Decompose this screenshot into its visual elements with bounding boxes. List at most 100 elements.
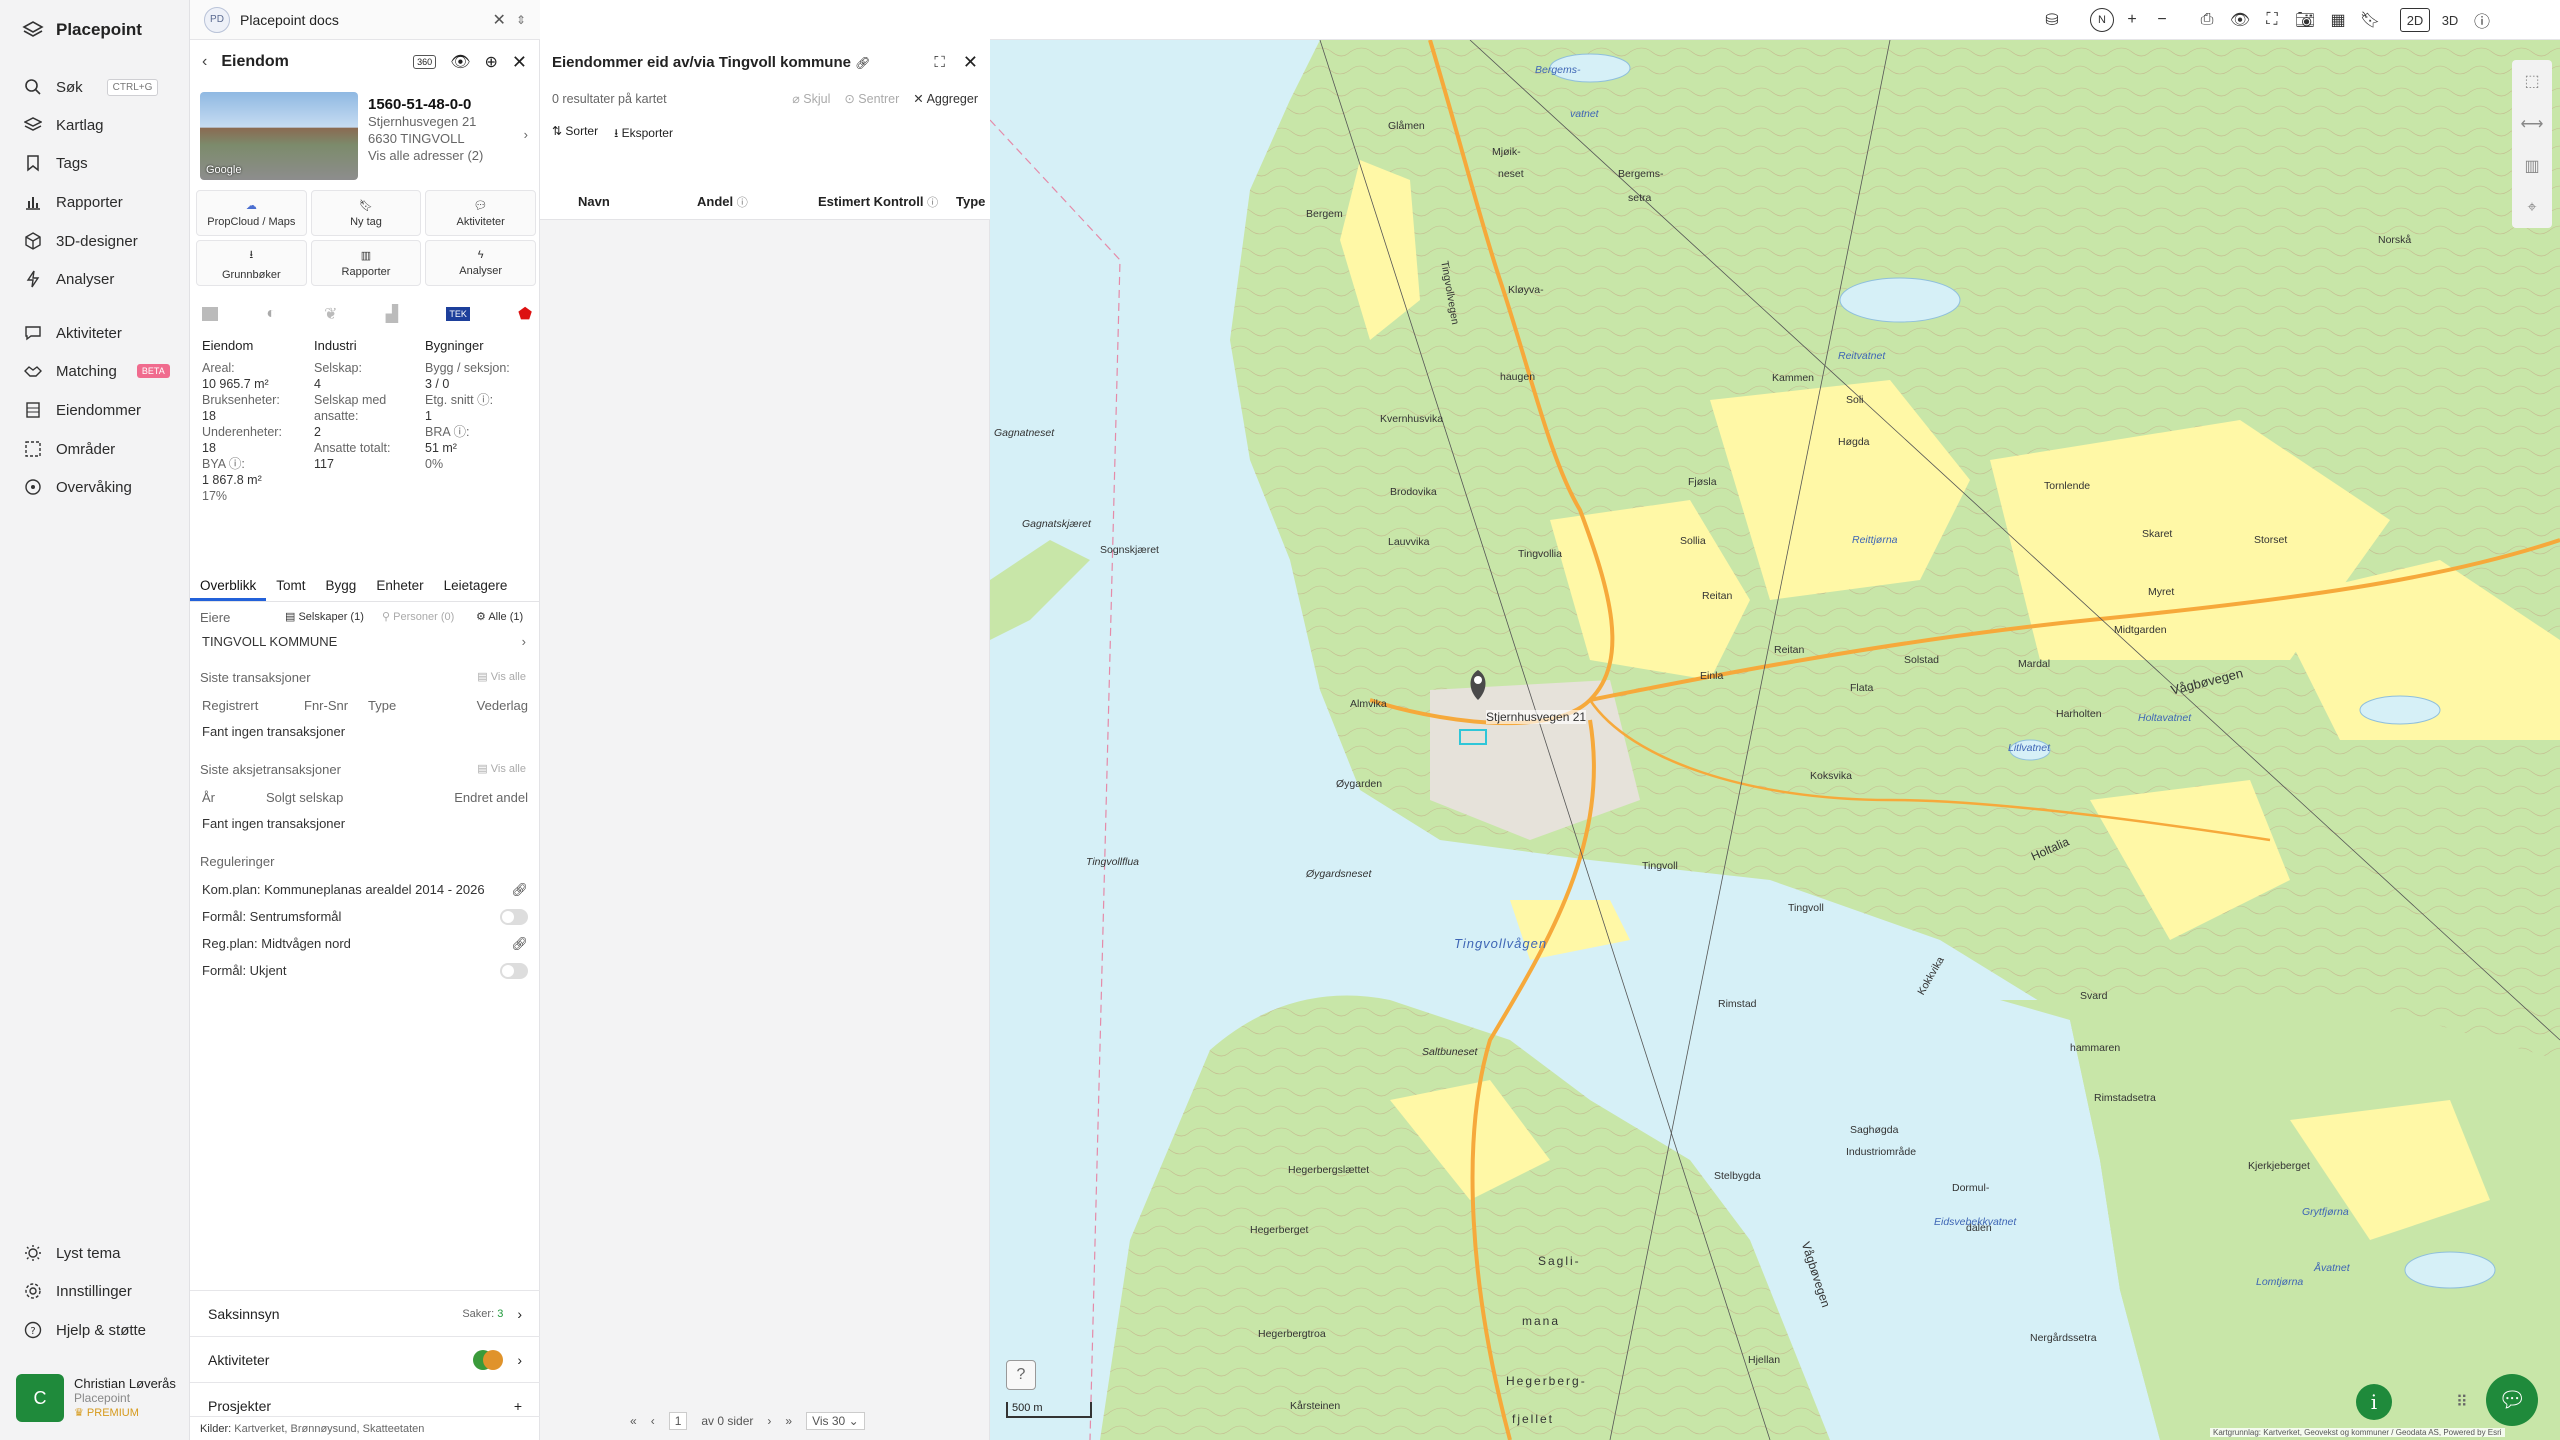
transactions-show-all[interactable]: ▤ Vis alle (477, 670, 526, 683)
add-circle-icon[interactable]: ⊕ (485, 52, 498, 72)
toggle-switch[interactable] (500, 963, 528, 979)
sidebar-item-map-layers[interactable]: Kartlag (24, 108, 104, 142)
tek-icon[interactable]: TEK (446, 307, 470, 321)
grid-icon[interactable]: ▦ (2326, 8, 2350, 32)
filter-all[interactable]: ⚙ Alle (1) (476, 610, 523, 623)
sidebar-item-help[interactable]: ? Hjelp & støtte (24, 1313, 146, 1347)
plus-icon[interactable]: + (514, 1398, 522, 1414)
draw-area-icon[interactable]: ⬚ (2524, 71, 2539, 91)
map-canvas[interactable]: Bergems- vatnet Glåmen Mjøik- neset Berg… (990, 40, 2560, 1440)
house-icon[interactable]: ⬟ (518, 304, 532, 324)
tab-buildings[interactable]: Bygg (316, 572, 367, 601)
tab-plot[interactable]: Tomt (266, 572, 315, 601)
aggregate-button[interactable]: ✕ Aggreger (913, 91, 978, 106)
expand-icon[interactable]: ⛶ (934, 54, 945, 71)
owner-row[interactable]: TINGVOLL KOMMUNE › (190, 634, 540, 656)
regulation-komplan[interactable]: Kom.plan: Kommuneplanas arealdel 2014 - … (190, 882, 540, 897)
chat-support-button[interactable]: 💬︎ (2486, 1374, 2538, 1426)
col-type[interactable]: Type (956, 194, 985, 209)
center-button[interactable]: ⊙ Sentrer (844, 91, 899, 106)
filter-companies[interactable]: ▤ Selskaper (1) (285, 610, 364, 623)
eye-icon[interactable]: 👁 (450, 52, 470, 72)
app-brand[interactable]: Placepoint (22, 20, 142, 40)
page-size-select[interactable]: Vis 30 ⌄ (806, 1412, 865, 1430)
analyses-button[interactable]: ϟ Analyser (425, 240, 536, 286)
sidebar-item-analyses[interactable]: Analyser (24, 262, 114, 296)
user-profile[interactable]: C Christian Løverås Placepoint ♛ PREMIUM (16, 1374, 176, 1422)
last-page-icon[interactable]: » (785, 1414, 792, 1428)
compass-icon[interactable]: N (2090, 8, 2114, 32)
export-button[interactable]: ⭳ Eksporter (614, 124, 673, 145)
sidebar-item-light-theme[interactable]: Lyst tema (24, 1236, 120, 1270)
zoom-in-icon[interactable]: + (2120, 8, 2144, 32)
plant-icon[interactable]: ❦ (324, 304, 337, 324)
tab-units[interactable]: Enheter (366, 572, 433, 601)
360-badge[interactable]: 360 (413, 55, 437, 69)
street-view-thumbnail[interactable]: Google (200, 92, 358, 180)
help-icon[interactable]: ? (1006, 1360, 1036, 1390)
chart-icon[interactable]: ▥ (2524, 156, 2539, 176)
fullscreen-icon[interactable]: ⛶ (2260, 8, 2284, 32)
locate-icon[interactable]: ⌖ (2527, 199, 2536, 217)
globe-icon[interactable]: ◐ (266, 305, 276, 323)
doc-badge: PD (204, 6, 230, 33)
sidebar-item-settings[interactable]: Innstillinger (24, 1274, 132, 1308)
close-icon[interactable]: ✕ (963, 52, 978, 73)
regulation-regplan[interactable]: Reg.plan: Midtvågen nord 🔗︎ (190, 936, 540, 951)
land-registry-button[interactable]: ⭳ Grunnbøker (196, 240, 307, 286)
new-tag-button[interactable]: 🔖︎ Ny tag (310, 190, 422, 236)
building-stats-icon[interactable]: ▟ (386, 304, 398, 324)
layers-toggle-icon[interactable]: ⛁ (2040, 8, 2064, 32)
back-icon[interactable]: ‹ (202, 53, 207, 71)
cases-accordion[interactable]: Saksinnsyn Saker: 3 › (190, 1290, 540, 1336)
link-icon[interactable]: 🔗︎ (511, 936, 528, 952)
bookmark-icon[interactable]: 🔖︎ (2358, 8, 2382, 32)
drag-handle-icon[interactable]: ⠿ (2456, 1392, 2468, 1412)
sidebar-item-reports[interactable]: Rapporter (24, 185, 123, 219)
hide-button[interactable]: ⌀ Skjul (792, 91, 830, 106)
sidebar-item-properties[interactable]: Eiendommer (24, 393, 141, 427)
chevron-updown-icon[interactable]: ⇕ (516, 13, 526, 27)
filter-persons[interactable]: ⚲ Personer (0) (382, 610, 454, 623)
toggle-switch[interactable] (500, 909, 528, 925)
tab-tenants[interactable]: Leietagere (434, 572, 518, 601)
sidebar-item-areas[interactable]: Områder (24, 432, 115, 466)
sidebar-item-activities[interactable]: Aktiviteter (24, 316, 122, 350)
eye-icon[interactable]: 👁 (2228, 8, 2252, 32)
measure-icon[interactable]: ⟷ (2521, 114, 2544, 134)
sidebar-item-tags[interactable]: Tags (24, 146, 88, 180)
reports-button[interactable]: ▥ Rapporter (310, 240, 422, 286)
close-icon[interactable]: ✕ (493, 10, 506, 30)
tab-overview[interactable]: Overblikk (190, 572, 267, 601)
zoom-out-icon[interactable]: − (2150, 8, 2174, 32)
property-info[interactable]: 1560-51-48-0-0 Stjernhusvegen 21 6630 TI… (368, 96, 528, 164)
prev-page-icon[interactable]: ‹ (651, 1414, 655, 1428)
col-name[interactable]: Navn (578, 194, 610, 209)
next-page-icon[interactable]: › (767, 1414, 771, 1428)
link-icon[interactable]: 🔗︎ (511, 882, 528, 898)
col-control[interactable]: Estimert Kontroll ⓘ (818, 194, 938, 210)
grid-icon[interactable] (202, 307, 218, 321)
first-page-icon[interactable]: « (630, 1414, 637, 1428)
sidebar-item-search[interactable]: Søk CTRL+G (24, 70, 159, 104)
info-icon[interactable]: ⓘ (2470, 8, 2494, 32)
activities-button[interactable]: 💬︎ Aktiviteter (425, 190, 536, 236)
sidebar-item-3d-designer[interactable]: 3D-designer (24, 224, 138, 258)
sort-button[interactable]: ⇅ Sorter (552, 124, 598, 145)
col-share[interactable]: Andel ⓘ (697, 194, 748, 210)
print-icon[interactable]: ⎙ (2195, 8, 2219, 32)
close-icon[interactable]: ✕ (512, 52, 527, 73)
camera-icon[interactable]: 📷︎ (2293, 8, 2317, 32)
all-addresses-link[interactable]: Vis alle adresser (2) (368, 147, 528, 164)
map-label: Hjellan (1748, 1354, 1781, 1366)
share-tx-show-all[interactable]: ▤ Vis alle (477, 762, 526, 775)
mode-3d-button[interactable]: 3D (2435, 8, 2465, 32)
page-input[interactable]: 1 (668, 1412, 688, 1430)
sidebar-item-monitoring[interactable]: Overvåking (24, 470, 132, 504)
propcloud-button[interactable]: ☁ PropCloud / Maps (196, 190, 307, 236)
sidebar-item-matching[interactable]: Matching BETA (24, 354, 170, 388)
mode-2d-button[interactable]: 2D (2400, 8, 2430, 32)
info-button[interactable]: i (2356, 1384, 2392, 1420)
document-tab[interactable]: PD Placepoint docs ✕ ⇕ (190, 0, 540, 40)
activities-accordion[interactable]: Aktiviteter › (190, 1336, 540, 1382)
